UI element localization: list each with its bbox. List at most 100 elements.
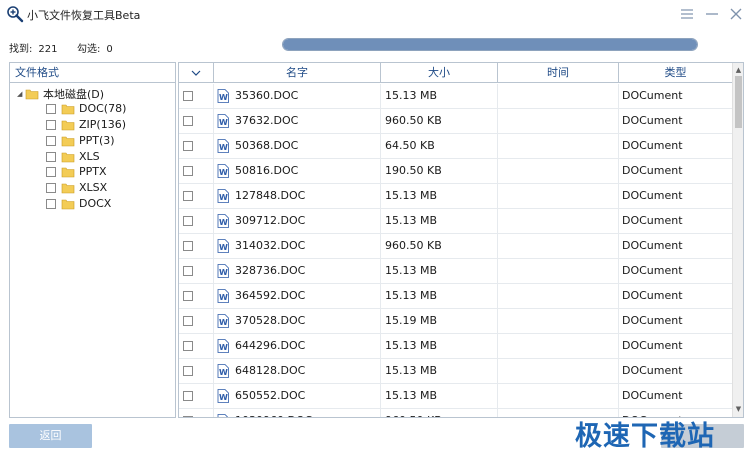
row-checkbox[interactable]: [183, 191, 193, 201]
row-select-cell[interactable]: [179, 309, 214, 333]
tree-item-checkbox[interactable]: [46, 151, 56, 162]
row-checkbox[interactable]: [183, 341, 193, 351]
file-type-cell: DOCument: [622, 364, 683, 377]
tree-item-checkbox[interactable]: [46, 198, 56, 209]
row-checkbox[interactable]: [183, 316, 193, 326]
row-select-cell[interactable]: [179, 134, 214, 158]
folder-icon: [61, 136, 75, 146]
tree-item-checkbox[interactable]: [46, 135, 56, 146]
tree-item-ppt[interactable]: PPT(3): [46, 133, 115, 148]
file-size-cell: 15.13 MB: [381, 184, 498, 208]
tree-item-xls[interactable]: XLS: [46, 149, 100, 164]
table-row[interactable]: W 650552.DOC 15.13 MB DOCument: [179, 384, 732, 409]
column-header-size[interactable]: 大小: [381, 63, 498, 83]
table-row[interactable]: W 648128.DOC 15.13 MB DOCument: [179, 359, 732, 384]
column-header-time[interactable]: 时间: [498, 63, 619, 83]
svg-text:W: W: [219, 218, 228, 227]
row-checkbox[interactable]: [183, 241, 193, 251]
row-checkbox[interactable]: [183, 291, 193, 301]
row-select-cell[interactable]: [179, 359, 214, 383]
scroll-down-icon[interactable]: ▼: [733, 404, 743, 415]
table-row[interactable]: W 364592.DOC 15.13 MB DOCument: [179, 284, 732, 309]
table-row[interactable]: W 50816.DOC 190.50 KB DOCument: [179, 159, 732, 184]
row-select-cell[interactable]: [179, 84, 214, 108]
table-row[interactable]: W 35360.DOC 15.13 MB DOCument: [179, 84, 732, 109]
vertical-scrollbar[interactable]: ▲ ▼: [732, 63, 743, 417]
table-row[interactable]: W 314032.DOC 960.50 KB DOCument: [179, 234, 732, 259]
row-select-cell[interactable]: [179, 409, 214, 417]
row-select-cell[interactable]: [179, 259, 214, 283]
hamburger-menu-icon[interactable]: [678, 5, 696, 23]
file-name-cell: W 364592.DOC: [214, 284, 381, 308]
table-row[interactable]: W 370528.DOC 15.19 MB DOCument: [179, 309, 732, 334]
column-header-name[interactable]: 名字: [214, 63, 381, 83]
row-select-cell[interactable]: [179, 284, 214, 308]
table-row[interactable]: W 37632.DOC 960.50 KB DOCument: [179, 109, 732, 134]
column-header-type[interactable]: 类型: [619, 63, 732, 83]
folder-icon: [61, 167, 75, 177]
file-name: 650552.DOC: [235, 389, 306, 402]
file-time-cell: [498, 159, 619, 183]
table-row[interactable]: W 328736.DOC 15.13 MB DOCument: [179, 259, 732, 284]
tree-item-checkbox[interactable]: [46, 166, 56, 177]
table-row[interactable]: W 127848.DOC 15.13 MB DOCument: [179, 184, 732, 209]
row-checkbox[interactable]: [183, 91, 193, 101]
file-time-cell: [498, 284, 619, 308]
file-size-cell: 15.13 MB: [381, 84, 498, 108]
table-body: W 35360.DOC 15.13 MB DOCument W 37632.DOC 960.…: [179, 84, 732, 417]
row-checkbox[interactable]: [183, 141, 193, 151]
folder-icon: [61, 199, 75, 209]
tree-item-checkbox[interactable]: [46, 119, 56, 130]
svg-text:W: W: [219, 343, 228, 352]
table-row[interactable]: W 309712.DOC 15.13 MB DOCument: [179, 209, 732, 234]
row-select-cell[interactable]: [179, 159, 214, 183]
row-checkbox[interactable]: [183, 116, 193, 126]
close-icon[interactable]: [727, 5, 745, 23]
file-name: 314032.DOC: [235, 239, 306, 252]
table-row[interactable]: W 644296.DOC 15.13 MB DOCument: [179, 334, 732, 359]
tree-item-checkbox[interactable]: [46, 182, 56, 193]
row-select-cell[interactable]: [179, 209, 214, 233]
tree-item-doc[interactable]: DOC(78): [46, 101, 126, 116]
minimize-icon[interactable]: [703, 5, 721, 23]
tree-item-pptx[interactable]: PPTX: [46, 164, 107, 179]
tree-item-checkbox[interactable]: [46, 103, 56, 114]
row-select-cell[interactable]: [179, 184, 214, 208]
tree-item-xlsx[interactable]: XLSX: [46, 180, 107, 195]
chevron-down-icon[interactable]: [191, 69, 201, 77]
checked-label: 勾选:: [77, 44, 101, 55]
select-all-header[interactable]: [179, 63, 214, 83]
row-select-cell[interactable]: [179, 334, 214, 358]
tree-item-zip[interactable]: ZIP(136): [46, 117, 126, 132]
svg-text:W: W: [219, 268, 228, 277]
file-name: 50816.DOC: [235, 164, 299, 177]
svg-text:W: W: [219, 168, 228, 177]
file-time-cell: [498, 184, 619, 208]
file-name-cell: W 650552.DOC: [214, 384, 381, 408]
triangle-expanded-icon[interactable]: ◢: [17, 90, 25, 98]
row-select-cell[interactable]: [179, 234, 214, 258]
table-row[interactable]: W 50368.DOC 64.50 KB DOCument: [179, 134, 732, 159]
row-checkbox[interactable]: [183, 266, 193, 276]
title-bar: 小飞文件恢复工具Beta: [0, 0, 750, 28]
svg-text:W: W: [219, 318, 228, 327]
file-name-cell: W 37632.DOC: [214, 109, 381, 133]
file-size-cell: 15.19 MB: [381, 309, 498, 333]
row-checkbox[interactable]: [183, 416, 193, 417]
row-select-cell[interactable]: [179, 384, 214, 408]
svg-text:W: W: [219, 143, 228, 152]
row-checkbox[interactable]: [183, 166, 193, 176]
scroll-up-icon[interactable]: ▲: [733, 65, 743, 76]
tree-root-local-disk[interactable]: ◢ 本地磁盘(D): [17, 86, 104, 101]
file-size-cell: 15.13 MB: [381, 384, 498, 408]
row-checkbox[interactable]: [183, 391, 193, 401]
file-size-cell: 15.13 MB: [381, 259, 498, 283]
row-checkbox[interactable]: [183, 216, 193, 226]
row-checkbox[interactable]: [183, 366, 193, 376]
file-name: 309712.DOC: [235, 214, 306, 227]
found-count: 找到: 221: [9, 40, 57, 55]
scroll-thumb[interactable]: [735, 76, 742, 128]
back-button[interactable]: 返回: [9, 424, 92, 448]
tree-item-docx[interactable]: DOCX: [46, 196, 111, 211]
row-select-cell[interactable]: [179, 109, 214, 133]
